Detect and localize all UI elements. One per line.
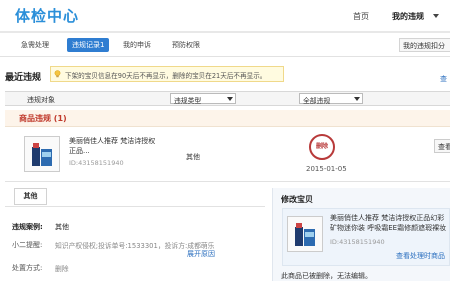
- deleted-note: 此商品已被删除，无法编辑。: [281, 272, 372, 280]
- product-thumbnail[interactable]: [24, 136, 60, 172]
- handling-value: 删除: [55, 265, 69, 273]
- product-image-icon: [32, 143, 52, 166]
- violation-type-value: 违规类型: [174, 97, 202, 105]
- detail-divider: [5, 206, 265, 207]
- product-thumbnail[interactable]: [287, 216, 323, 252]
- edit-item-text[interactable]: 美丽俏佳人推荐 梵洁诗授权正品幻彩矿物迷你装 呼吸霜EE霜修颜遮瑕裸妆: [330, 213, 450, 233]
- goods-group-header: [5, 110, 450, 127]
- deleted-stamp: 删除: [309, 134, 335, 160]
- violation-status-select[interactable]: 全部违规: [299, 93, 363, 105]
- violation-type-cell: 其他: [186, 153, 200, 161]
- view-snapshot-link[interactable]: 查看处理时商品: [396, 251, 445, 261]
- tab-violation-records[interactable]: 违规记录1: [67, 38, 110, 52]
- chevron-down-icon: [354, 97, 360, 101]
- tab-prevention[interactable]: 预防权限: [172, 40, 200, 50]
- product-id: ID:43158151940: [69, 159, 124, 167]
- chevron-down-icon[interactable]: [433, 14, 439, 18]
- lightbulb-icon: [54, 70, 61, 78]
- column-header-object: 违规对象: [27, 96, 55, 104]
- goods-group-title: 商品违规 (1): [19, 114, 67, 123]
- tab-my-appeals[interactable]: 我的申诉: [123, 40, 151, 50]
- view-link[interactable]: 查: [440, 74, 447, 84]
- chevron-down-icon: [227, 97, 233, 101]
- header-divider: [0, 31, 450, 33]
- product-image-icon: [295, 223, 315, 246]
- my-violations-menu[interactable]: 我的违规: [392, 11, 424, 22]
- violation-date: 2015-01-05: [306, 165, 347, 173]
- violation-type-select[interactable]: 违规类型: [170, 93, 236, 105]
- notice-text: 下架的宝贝信息在90天后不再显示，删除的宝贝在21天后不再显示。: [65, 72, 267, 80]
- edit-item-id: ID:43158151940: [330, 238, 385, 246]
- product-title-link[interactable]: 美丽俏佳人推荐 梵洁诗授权正品...: [69, 136, 157, 156]
- handling-label: 处置方式:: [12, 264, 43, 272]
- violation-status-value: 全部违规: [303, 97, 331, 105]
- tab-urgent[interactable]: 急需处理: [21, 40, 49, 50]
- case-value: 其他: [55, 223, 69, 231]
- edit-item-title: 修改宝贝: [281, 195, 313, 204]
- nav-divider: [0, 56, 450, 57]
- section-title: 最近违规: [5, 73, 42, 83]
- hint-label: 小二提醒:: [12, 241, 43, 249]
- home-link[interactable]: 首页: [353, 11, 369, 22]
- my-deduction-button[interactable]: 我的违规扣分: [399, 38, 450, 52]
- notice-bar: 下架的宝贝信息在90天后不再显示，删除的宝贝在21天后不再显示。: [50, 66, 284, 82]
- page-title: 体检中心: [15, 7, 80, 25]
- view-detail-button[interactable]: 查看: [434, 139, 450, 153]
- case-label: 违规案例:: [12, 223, 43, 231]
- expand-reason-link[interactable]: 展开原因: [187, 249, 215, 259]
- tab-other[interactable]: 其他: [14, 188, 47, 205]
